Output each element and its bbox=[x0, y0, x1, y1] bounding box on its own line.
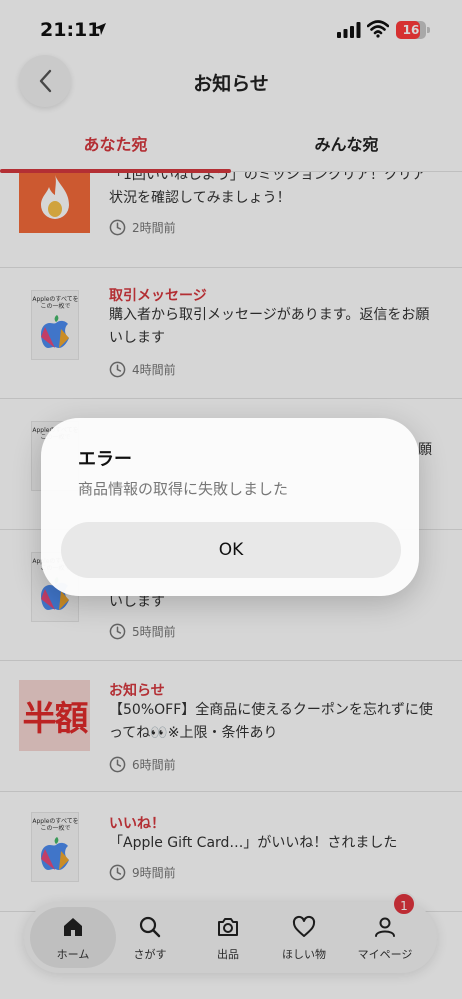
error-dialog: エラー 商品情報の取得に失敗しました OK bbox=[41, 418, 419, 596]
ok-button[interactable]: OK bbox=[61, 522, 401, 578]
dialog-title: エラー bbox=[78, 449, 132, 470]
dialog-message: 商品情報の取得に失敗しました bbox=[78, 480, 289, 498]
